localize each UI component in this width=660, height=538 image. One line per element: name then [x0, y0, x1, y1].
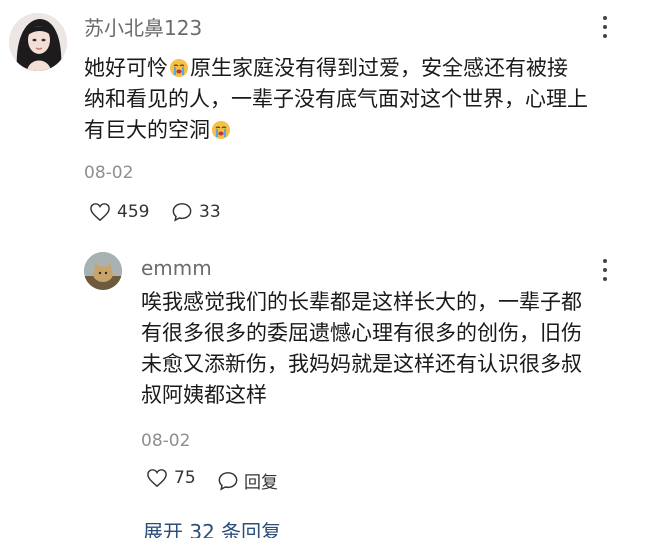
reply-username[interactable]: emmm: [141, 256, 212, 280]
heart-icon: [147, 469, 167, 488]
avatar-cat-icon: [84, 252, 122, 290]
avatar[interactable]: [84, 252, 122, 290]
reply-comment: emmm 唉我感觉我们的长辈都是这样长大的，一辈子都 有很多很多的委屈遗憾心理有…: [0, 0, 660, 538]
expand-replies-link[interactable]: 展开 32 条回复: [143, 516, 281, 538]
like-button[interactable]: 75: [146, 468, 196, 488]
comment-thread: 苏小北鼻123 她好可怜 原生家庭没有得到过爱，安全感还有被接 纳和看见的人，一…: [0, 0, 660, 538]
reply-label: 回复: [244, 473, 278, 493]
reply-text-line: 有很多很多的委屈遗憾心理有很多的创伤，旧伤: [141, 321, 582, 345]
like-count: 75: [174, 468, 196, 488]
reply-date: 08-02: [141, 431, 191, 451]
more-options-icon[interactable]: [596, 259, 614, 281]
reply-button[interactable]: 回复: [217, 468, 278, 493]
reply-text-line: 叔阿姨都这样: [141, 383, 267, 407]
comment-bubble-icon: [218, 471, 238, 491]
reply-text-line: 未愈又添新伤，我妈妈就是这样还有认识很多叔: [141, 352, 582, 376]
reply-text-line: 唉我感觉我们的长辈都是这样长大的，一辈子都: [141, 290, 582, 314]
reply-text: 唉我感觉我们的长辈都是这样长大的，一辈子都 有很多很多的委屈遗憾心理有很多的创伤…: [141, 287, 582, 411]
